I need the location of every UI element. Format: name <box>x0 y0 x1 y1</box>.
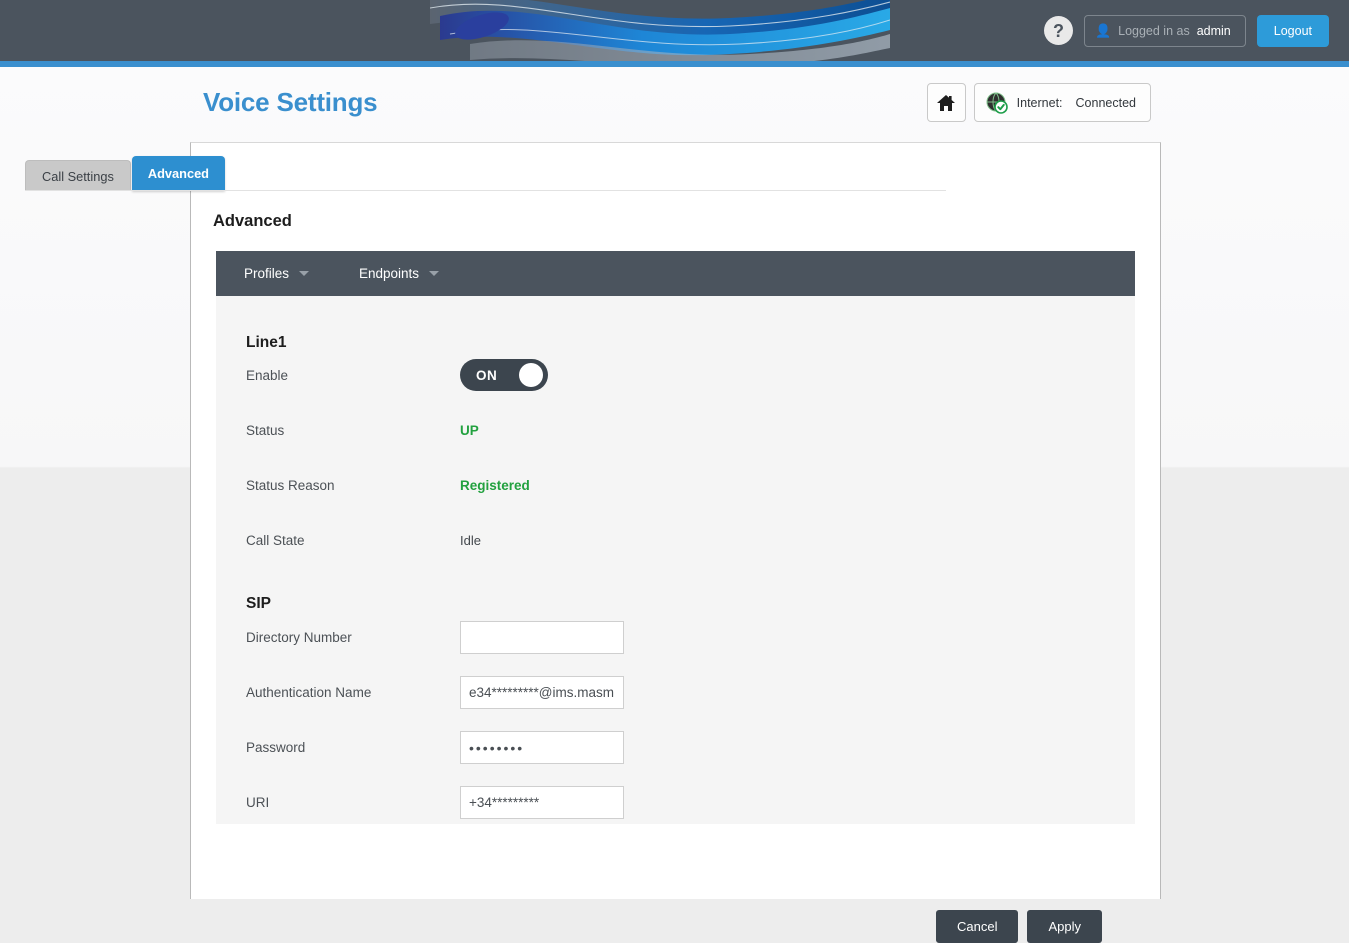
uri-label: URI <box>246 795 270 810</box>
menu-item-profiles[interactable]: Profiles <box>230 251 323 296</box>
row-password: Password <box>246 731 624 764</box>
internet-value: Connected <box>1075 95 1136 110</box>
submenu-bar: Profiles Endpoints <box>216 251 1135 296</box>
status-reason-label: Status Reason <box>246 478 335 493</box>
row-status-reason: Status Reason Registered <box>246 478 530 493</box>
tab-advanced[interactable]: Advanced <box>131 156 226 191</box>
page-title: Voice Settings <box>203 87 378 117</box>
authentication-name-label: Authentication Name <box>246 685 372 700</box>
row-uri: URI <box>246 786 624 819</box>
status-cluster: Internet: Connected <box>926 83 1151 122</box>
form-body: Line1 Enable ON Status UP Status Reason … <box>216 296 1135 943</box>
password-input[interactable] <box>460 731 624 764</box>
enable-toggle-state: ON <box>476 367 498 383</box>
tab-call-settings[interactable]: Call Settings <box>25 160 131 191</box>
home-icon <box>937 94 956 111</box>
menu-item-endpoints[interactable]: Endpoints <box>345 251 453 296</box>
sip-heading: SIP <box>246 595 271 612</box>
cancel-button[interactable]: Cancel <box>936 910 1019 943</box>
row-enable: Enable ON <box>246 359 548 391</box>
authentication-name-input[interactable] <box>460 676 624 709</box>
header-tools: ? 👤 Logged in as admin Logout <box>1043 0 1329 61</box>
line1-heading: Line1 <box>246 334 287 351</box>
top-header-bar: ? 👤 Logged in as admin Logout <box>0 0 1349 61</box>
internet-status-indicator[interactable]: Internet: Connected <box>973 83 1151 122</box>
row-status: Status UP <box>246 423 479 438</box>
user-icon: 👤 <box>1094 22 1112 38</box>
enable-label: Enable <box>246 367 289 383</box>
chevron-down-icon <box>429 271 440 276</box>
chevron-down-icon <box>299 271 310 276</box>
action-buttons: Cancel Apply <box>936 910 1102 943</box>
directory-number-label: Directory Number <box>246 630 352 645</box>
uri-input[interactable] <box>460 786 624 819</box>
brand-swoosh-graphic <box>430 0 890 61</box>
enable-toggle[interactable]: ON <box>460 359 548 391</box>
directory-number-input[interactable] <box>460 621 624 654</box>
status-label: Status <box>246 423 285 438</box>
home-button[interactable] <box>926 83 966 122</box>
logged-in-indicator: 👤 Logged in as admin <box>1083 14 1246 47</box>
menu-item-endpoints-label: Endpoints <box>359 266 420 281</box>
section-title: Advanced <box>213 212 292 230</box>
password-label: Password <box>246 740 306 755</box>
apply-button[interactable]: Apply <box>1027 910 1102 943</box>
status-value: UP <box>460 423 479 438</box>
page-container: Voice Settings Internet: Connected Call … <box>0 67 1349 943</box>
help-icon[interactable]: ? <box>1043 16 1073 45</box>
username-value: admin <box>1196 23 1231 38</box>
tab-bar: Call Settings Advanced <box>25 156 226 191</box>
internet-label: Internet: <box>1016 95 1063 110</box>
logout-button[interactable]: Logout <box>1256 14 1329 47</box>
row-call-state: Call State Idle <box>246 533 481 548</box>
call-state-label: Call State <box>246 533 305 548</box>
menu-item-profiles-label: Profiles <box>244 266 290 281</box>
status-reason-value: Registered <box>460 478 530 493</box>
logged-in-label: Logged in as <box>1118 23 1190 38</box>
row-directory-number: Directory Number <box>246 621 624 654</box>
page-header: Voice Settings Internet: Connected <box>0 67 1349 142</box>
tab-underline <box>25 190 946 191</box>
row-authentication-name: Authentication Name <box>246 676 624 709</box>
toggle-knob <box>519 363 543 387</box>
call-state-value: Idle <box>460 533 481 548</box>
globe-check-icon <box>986 92 1008 114</box>
